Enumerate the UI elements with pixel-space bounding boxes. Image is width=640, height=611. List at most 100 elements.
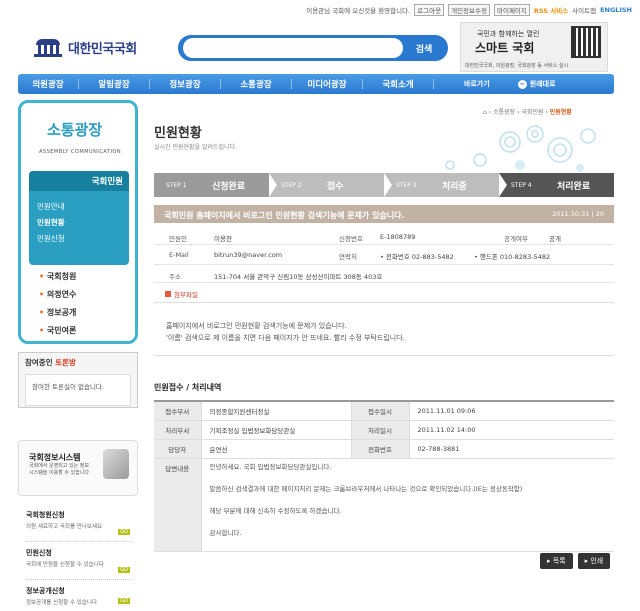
nav-item-about[interactable]: 국회소개 — [363, 78, 433, 90]
side-block-complaint[interactable]: 민원신청 국회에 민원을 신청할 수 있습니다 GO — [26, 548, 132, 580]
complaint-body: 홈페이지에서 비로그인 민원현황 검색기능에 문제가 있습니다. '이름' 검색… — [166, 320, 405, 344]
step-label: 신청완료 — [212, 182, 246, 192]
sidebar-item-status[interactable]: 민원현황 — [37, 217, 65, 228]
complaint-row-1: 민원인 이용찬 신청번호 E-1808789 공개여부 공개 — [154, 227, 614, 245]
label-applicant: 민원인 — [169, 235, 187, 243]
attachment-link[interactable]: 첨부파일 — [165, 289, 198, 299]
nav-item-info[interactable]: 정보광장 — [150, 78, 220, 90]
sidebar-item-guide[interactable]: 민원안내 — [37, 201, 65, 212]
side-block-disclosure[interactable]: 정보공개신청 정보공개를 신청할 수 있습니다 GO — [26, 586, 132, 610]
sidebar-title: 소통광장 — [47, 121, 103, 139]
debate-title: 참여중인 토론방 — [19, 353, 137, 372]
monitor-icon — [103, 449, 129, 479]
main-nav: 의원광장 알림광장 정보광장 소통광장 미디어광장 국회소개 바로가기 − 원래대… — [18, 74, 614, 94]
person-value: 윤연선 — [201, 439, 351, 459]
side-block-title: 정보공개신청 — [26, 587, 65, 595]
label-person: 담당자 — [154, 439, 202, 459]
go-button[interactable]: GO — [118, 598, 130, 604]
edit-profile-button[interactable]: 개인정보수정 — [448, 4, 490, 16]
side-block-title: 국회청원신청 — [26, 511, 65, 519]
complaint-date: 2011.10.31 — [552, 210, 590, 218]
search-bar: 검색 — [178, 35, 448, 61]
breadcrumb-item[interactable]: 소통광장 — [493, 109, 515, 116]
step-label: 처리중 — [442, 182, 467, 192]
process-section-title: 민원접수 / 처리내역 — [154, 383, 222, 392]
label-reg-no: 신청번호 — [339, 235, 363, 243]
date-value: 2011.11.01 09:06 — [409, 401, 614, 421]
step-num: STEP 1 — [166, 182, 187, 189]
smart-assembly-banner[interactable]: 국민과 함께하는 열린 스마트 국회 대한민국국회, 의원광장, 국회광장 등 … — [460, 22, 608, 72]
sidebar-item-disclosure[interactable]: 정보공개 — [39, 307, 76, 318]
phone-value: • 전화번호 02-883-5482 — [380, 253, 454, 261]
sidebar-menu-header[interactable]: 국회민원 ⌄ — [29, 171, 129, 191]
print-button[interactable]: ▸ 인쇄 — [577, 553, 611, 569]
sitemap-link[interactable]: 사이트맵 — [572, 5, 596, 15]
breadcrumb-item[interactable]: 국회민원 — [521, 109, 543, 116]
sidebar-item-petition[interactable]: 국회청원 — [39, 271, 76, 282]
site-logo[interactable]: 대한민국국회 — [34, 38, 137, 57]
debate-title-accent: 토론방 — [55, 358, 76, 367]
promo-line3: 대한민국국회, 의원광장, 국회광장 등 서비스 실시 — [465, 63, 569, 69]
nav-item-members[interactable]: 의원광장 — [18, 78, 78, 90]
nav-item-communication[interactable]: 소통광장 — [221, 78, 291, 90]
assembly-emblem-icon — [34, 38, 62, 57]
side-block-title: 민원신청 — [26, 549, 52, 557]
label-handle-date: 처리일시 — [350, 420, 410, 440]
step-num: STEP 3 — [396, 182, 417, 189]
nav-item-notice[interactable]: 알림광장 — [79, 78, 149, 90]
label-handler-dept: 처리부서 — [154, 420, 202, 440]
nav-item-media[interactable]: 미디어광장 — [292, 78, 362, 90]
label-dept: 접수부서 — [154, 401, 202, 421]
address-value: 151-704 서울 관악구 신림10동 삼성산이파트 308동 403호 — [214, 273, 383, 281]
reset-size-button[interactable]: − 원래대로 — [517, 79, 556, 89]
sidebar: 소통광장 ASSEMBLY COMMUNICATION 국회민원 ⌄ 민원안내 민… — [18, 100, 138, 344]
sidebar-item-apply[interactable]: 민원신청 — [37, 233, 65, 244]
answer-line: 안녕하세요. 국회 입법정보화담당관실입니다. — [209, 462, 332, 471]
sidebar-item-opinion[interactable]: 국민여론 — [39, 325, 76, 336]
step-3: STEP 3 처리중 — [384, 173, 507, 197]
home-icon[interactable]: ⌂ — [483, 109, 487, 116]
label-phone: 전화번호 — [350, 439, 410, 459]
sidebar-subtitle: ASSEMBLY COMMUNICATION — [39, 149, 122, 155]
label-address: 주소 — [169, 273, 181, 281]
complaint-title-bar: 국회민원 홈페이지에서 비로그인 민원현황 검색기능에 문제가 있습니다. 20… — [154, 205, 614, 223]
debate-title-prefix: 참여중인 — [25, 358, 53, 367]
go-button[interactable]: GO — [118, 567, 130, 573]
rss-link[interactable]: RSS 서비스 — [534, 5, 568, 15]
breadcrumb-sep: › — [545, 109, 548, 116]
side-block-petition[interactable]: 국회청원신청 의원 세료하고 국회를 만나보세요 GO — [26, 510, 132, 542]
answer-line: 감사합니다. — [209, 528, 242, 537]
page-title: 민원현황 — [154, 126, 202, 141]
search-button[interactable]: 검색 — [403, 42, 445, 55]
qr-code-icon — [571, 26, 601, 58]
step-num: STEP 4 — [511, 182, 532, 189]
complaint-body-line: 홈페이지에서 비로그인 민원현황 검색기능에 문제가 있습니다. — [166, 322, 347, 330]
label-email: E-Mail — [169, 251, 189, 259]
english-link[interactable]: ENGLISH — [600, 6, 632, 14]
public-value: 공개 — [549, 235, 561, 243]
list-button[interactable]: ▸ 목록 — [540, 553, 573, 569]
mypage-button[interactable]: 마이페이지 — [493, 4, 530, 16]
info-system-banner[interactable]: 국회정보시스템 국회에서 운영되고 있는 정보시스템을 이용할 수 있습니다 — [18, 440, 138, 496]
action-buttons: ▸ 목록 ▸ 인쇄 — [540, 553, 611, 569]
answer-content: 안녕하세요. 국회 입법정보화담당관실입니다. 말씀하신 검색결과에 대한 페이… — [201, 458, 614, 552]
step-2: STEP 2 접수 — [269, 173, 392, 197]
go-button[interactable]: GO — [118, 529, 130, 535]
logout-button[interactable]: 로그아웃 — [414, 4, 445, 16]
info-system-desc: 국회에서 운영되고 있는 정보시스템을 이용할 수 있습니다 — [29, 463, 89, 476]
quick-links-button[interactable]: 바로가기 — [464, 79, 490, 89]
reset-size-label: 원래대로 — [529, 80, 556, 88]
side-block-desc: 의원 세료하고 국회를 만나보세요 — [26, 524, 103, 530]
logo-text: 대한민국국회 — [68, 42, 137, 57]
step-4: STEP 4 처리완료 — [499, 173, 614, 197]
email-value: bitrun39@naver.com — [214, 251, 283, 259]
complaint-row-2: E-Mail bitrun39@naver.com 연락처 • 전화번호 02-… — [154, 245, 614, 265]
complaint-meta: 2011.10.31 | 20 — [552, 210, 604, 218]
step-num: STEP 2 — [281, 182, 302, 189]
attachment-icon — [165, 291, 171, 297]
complaint-body-line: '이름' 검색으로 제 이름을 치면 다음 페이지가 안 뜨네요. 빨리 수정 … — [166, 334, 405, 342]
info-system-title: 국회정보시스템 — [29, 453, 81, 462]
progress-steps: STEP 1 신청완료 STEP 2 접수 STEP 3 처리중 STEP 4 처리완료 — [154, 173, 614, 197]
search-input[interactable] — [183, 38, 403, 58]
sidebar-item-training[interactable]: 의정연수 — [39, 289, 76, 300]
